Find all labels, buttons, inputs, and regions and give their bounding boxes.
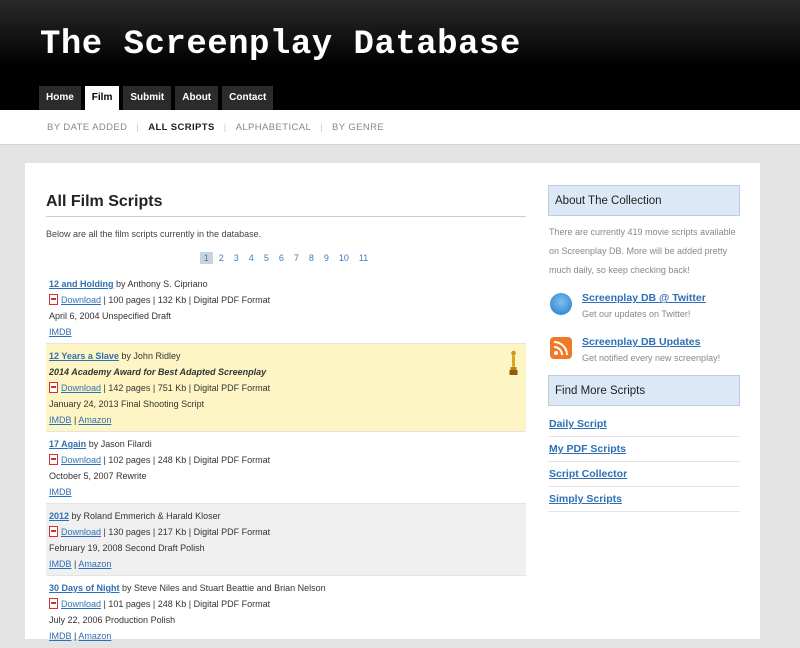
download-link[interactable]: Download	[61, 295, 101, 305]
content-panel: All Film Scripts Below are all the film …	[25, 163, 760, 648]
script-details: | 142 pages | 751 Kb | Digital PDF Forma…	[103, 383, 271, 393]
script-details: | 130 pages | 217 Kb | Digital PDF Forma…	[103, 527, 271, 537]
twitter-subtitle: Get our updates on Twitter!	[582, 309, 691, 319]
download-link[interactable]: Download	[61, 599, 101, 609]
script-entry: 2012 by Roland Emmerich & Harald Kloser …	[46, 504, 526, 576]
twitter-icon[interactable]	[550, 293, 572, 315]
tab-contact[interactable]: Contact	[222, 86, 274, 110]
link-separator: |	[74, 559, 77, 569]
subnav-all-scripts[interactable]: ALL SCRIPTS	[148, 122, 215, 133]
page-link-9[interactable]: 9	[320, 252, 333, 264]
subnav-by-genre[interactable]: BY GENRE	[332, 122, 384, 133]
tab-film[interactable]: Film	[84, 86, 120, 110]
site-header: The Screenplay Database Home Film Submit…	[0, 0, 800, 110]
oscar-award-icon	[509, 350, 518, 375]
script-entry: 30 Days of Night by Steve Niles and Stua…	[46, 576, 526, 648]
script-title-link[interactable]: 12 and Holding	[49, 279, 114, 289]
script-date: January 24, 2013 Final Shooting Script	[49, 399, 205, 409]
script-entry: 12 Years a Slave by John Ridley 2014 Aca…	[46, 344, 526, 432]
about-collection-heading: About The Collection	[548, 185, 740, 216]
page-link-8[interactable]: 8	[305, 252, 318, 264]
script-title-link[interactable]: 2012	[49, 511, 69, 521]
subnav-by-date-added[interactable]: BY DATE ADDED	[47, 122, 127, 133]
imdb-link[interactable]: IMDB	[49, 559, 72, 569]
script-title-link[interactable]: 17 Again	[49, 439, 86, 449]
subnav-separator: |	[136, 122, 140, 133]
script-title-link[interactable]: 12 Years a Slave	[49, 351, 119, 361]
script-title-link[interactable]: 30 Days of Night	[49, 583, 120, 593]
script-list: 12 and Holding by Anthony S. Cipriano Do…	[46, 272, 526, 648]
award-note: 2014 Academy Award for Best Adapted Scre…	[49, 367, 267, 377]
link-separator: |	[74, 415, 77, 425]
page-link-4[interactable]: 4	[245, 252, 258, 264]
imdb-link[interactable]: IMDB	[49, 631, 72, 641]
page-link-11[interactable]: 11	[355, 252, 372, 264]
page-link-1[interactable]: 1	[199, 252, 213, 264]
page-link-3[interactable]: 3	[230, 252, 243, 264]
script-date: April 6, 2004 Unspecified Draft	[49, 311, 172, 321]
imdb-link[interactable]: IMDB	[49, 415, 72, 425]
script-details: | 102 pages | 248 Kb | Digital PDF Forma…	[103, 455, 271, 465]
script-entry: 17 Again by Jason Filardi Download | 102…	[46, 432, 526, 504]
script-author: by John Ridley	[121, 351, 181, 361]
script-date: February 19, 2008 Second Draft Polish	[49, 543, 205, 553]
page-link-5[interactable]: 5	[260, 252, 273, 264]
pdf-icon	[49, 454, 58, 465]
script-author: by Jason Filardi	[88, 439, 152, 449]
tab-about[interactable]: About	[175, 86, 219, 110]
sidebar: About The Collection There are currently…	[548, 185, 740, 512]
link-simply-scripts[interactable]: Simply Scripts	[548, 487, 740, 512]
title-divider	[46, 216, 526, 217]
page-link-7[interactable]: 7	[290, 252, 303, 264]
site-title[interactable]: The Screenplay Database	[40, 26, 521, 64]
external-links: Daily Script My PDF Scripts Script Colle…	[548, 412, 740, 512]
pagination: 1 2 3 4 5 6 7 8 9 10 11	[25, 252, 547, 264]
rss-link[interactable]: Screenplay DB Updates	[582, 336, 700, 348]
find-more-heading: Find More Scripts	[548, 375, 740, 406]
script-author: by Roland Emmerich & Harald Kloser	[71, 511, 221, 521]
intro-text: Below are all the film scripts currently…	[46, 229, 262, 239]
page-link-6[interactable]: 6	[275, 252, 288, 264]
subnav-alphabetical[interactable]: ALPHABETICAL	[236, 122, 312, 133]
amazon-link[interactable]: Amazon	[78, 631, 111, 641]
download-link[interactable]: Download	[61, 455, 101, 465]
rss-subtitle: Get notified every new screenplay!	[582, 353, 721, 363]
script-date: October 5, 2007 Rewrite	[49, 471, 147, 481]
rss-icon[interactable]	[550, 337, 572, 359]
amazon-link[interactable]: Amazon	[78, 559, 111, 569]
twitter-feed: Screenplay DB @ Twitter Get our updates …	[548, 287, 740, 331]
pdf-icon	[49, 526, 58, 537]
script-entry: 12 and Holding by Anthony S. Cipriano Do…	[46, 272, 526, 344]
about-collection-text: There are currently 419 movie scripts av…	[549, 227, 736, 275]
link-daily-script[interactable]: Daily Script	[548, 412, 740, 437]
amazon-link[interactable]: Amazon	[78, 415, 111, 425]
script-author: by Steve Niles and Stuart Beattie and Br…	[122, 583, 326, 593]
link-script-collector[interactable]: Script Collector	[548, 462, 740, 487]
pdf-icon	[49, 598, 58, 609]
main-nav: Home Film Submit About Contact	[39, 86, 277, 110]
imdb-link[interactable]: IMDB	[49, 327, 72, 337]
script-details: | 100 pages | 132 Kb | Digital PDF Forma…	[103, 295, 271, 305]
download-link[interactable]: Download	[61, 383, 101, 393]
page-link-2[interactable]: 2	[215, 252, 228, 264]
tab-submit[interactable]: Submit	[123, 86, 172, 110]
sub-nav: BY DATE ADDED | ALL SCRIPTS | ALPHABETIC…	[0, 110, 800, 145]
link-separator: |	[74, 631, 77, 641]
pdf-icon	[49, 294, 58, 305]
subnav-separator: |	[320, 122, 324, 133]
download-link[interactable]: Download	[61, 527, 101, 537]
pdf-icon	[49, 382, 58, 393]
script-date: July 22, 2006 Production Polish	[49, 615, 176, 625]
page-link-10[interactable]: 10	[335, 252, 353, 264]
imdb-link[interactable]: IMDB	[49, 487, 72, 497]
link-my-pdf-scripts[interactable]: My PDF Scripts	[548, 437, 740, 462]
script-author: by Anthony S. Cipriano	[116, 279, 208, 289]
page-title: All Film Scripts	[46, 193, 163, 210]
subnav-separator: |	[223, 122, 227, 133]
tab-home[interactable]: Home	[39, 86, 81, 110]
script-details: | 101 pages | 248 Kb | Digital PDF Forma…	[103, 599, 271, 609]
rss-feed: Screenplay DB Updates Get notified every…	[548, 331, 740, 375]
twitter-link[interactable]: Screenplay DB @ Twitter	[582, 292, 706, 304]
